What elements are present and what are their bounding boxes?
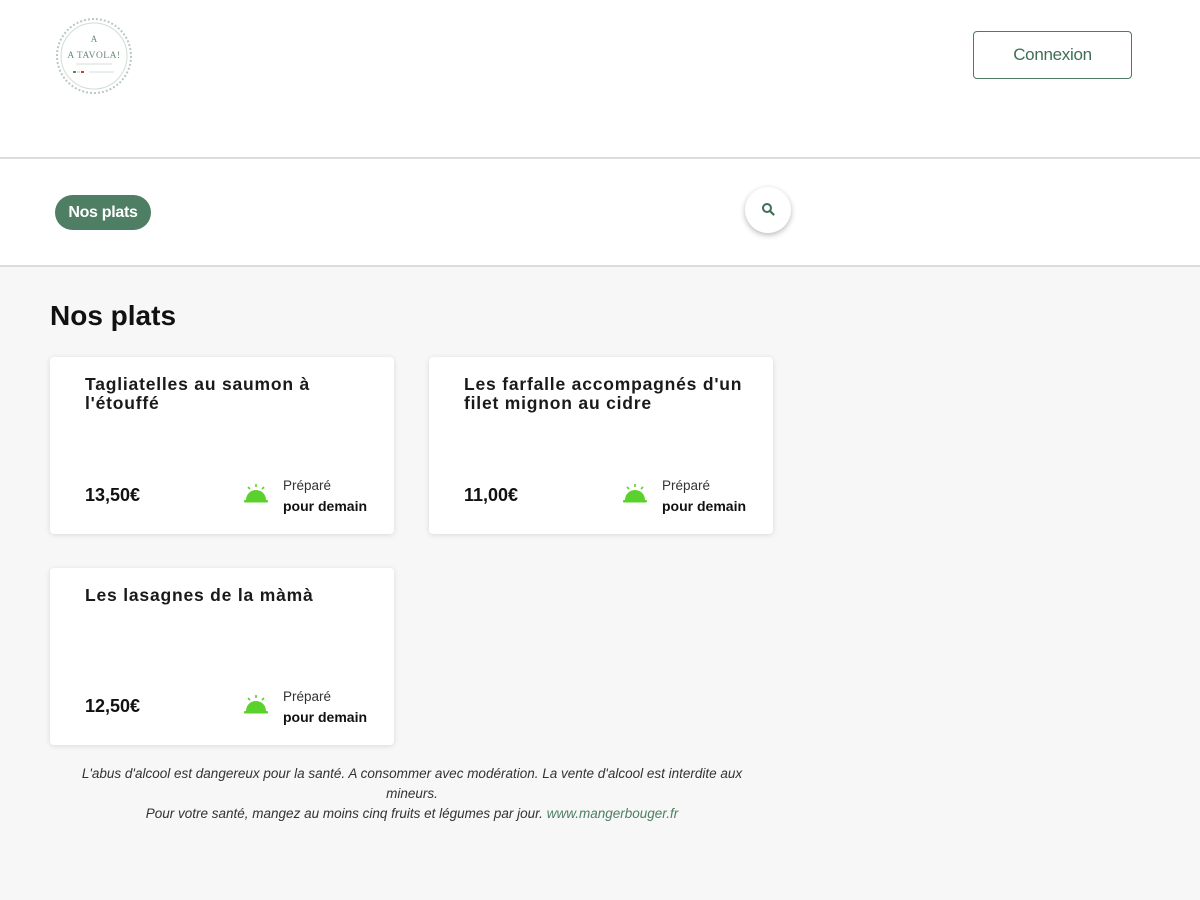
dish-price: 11,00€ — [464, 485, 519, 505]
dish-name: Les lasagnes de la màmà — [85, 585, 314, 605]
health-notice: Pour votre santé, mangez au moins cinq f… — [60, 804, 764, 824]
dish-name: Tagliatelles au saumon à l'étouffé — [85, 374, 311, 413]
category-nav — [0, 159, 1200, 266]
nav-divider — [0, 265, 1200, 267]
legal-notice: L'abus d'alcool est dangereux pour la sa… — [60, 764, 764, 824]
cloche-icon — [243, 694, 269, 716]
dish-card[interactable]: Tagliatelles au saumon à l'étouffé 13,50… — [50, 357, 394, 534]
cloche-icon — [243, 483, 269, 505]
search-icon — [761, 201, 775, 220]
prep-label: Préparé — [662, 478, 711, 493]
dish-price: 13,50€ — [85, 485, 141, 505]
svg-text:A TAVOLA!: A TAVOLA! — [67, 51, 120, 61]
prep-timing: pour demain — [662, 498, 747, 514]
dish-card[interactable]: Les lasagnes de la màmà 12,50€ Préparé p… — [50, 568, 394, 745]
dish-price: 12,50€ — [85, 696, 141, 716]
mangerbouger-link[interactable]: www.mangerbouger.fr — [547, 806, 679, 821]
dish-name: Les farfalle accompagnés d'un filet mign… — [464, 374, 743, 413]
dish-card[interactable]: Les farfalle accompagnés d'un filet mign… — [429, 357, 773, 534]
prep-label: Préparé — [283, 689, 332, 704]
connexion-button[interactable]: Connexion — [973, 31, 1132, 79]
alcohol-warning: L'abus d'alcool est dangereux pour la sa… — [81, 766, 743, 801]
prep-timing: pour demain — [283, 709, 368, 725]
site-header — [0, 0, 1200, 158]
tab-nos-plats[interactable]: Nos plats — [55, 195, 151, 230]
cloche-icon — [622, 483, 648, 505]
prep-label: Préparé — [283, 478, 332, 493]
search-button[interactable] — [745, 187, 791, 233]
page-title: Nos plats — [50, 300, 177, 331]
health-text: Pour votre santé, mangez au moins cinq f… — [145, 806, 543, 821]
prep-timing: pour demain — [283, 498, 368, 514]
logo[interactable]: A A TAVOLA! — [54, 16, 134, 96]
svg-text:A: A — [91, 34, 98, 44]
